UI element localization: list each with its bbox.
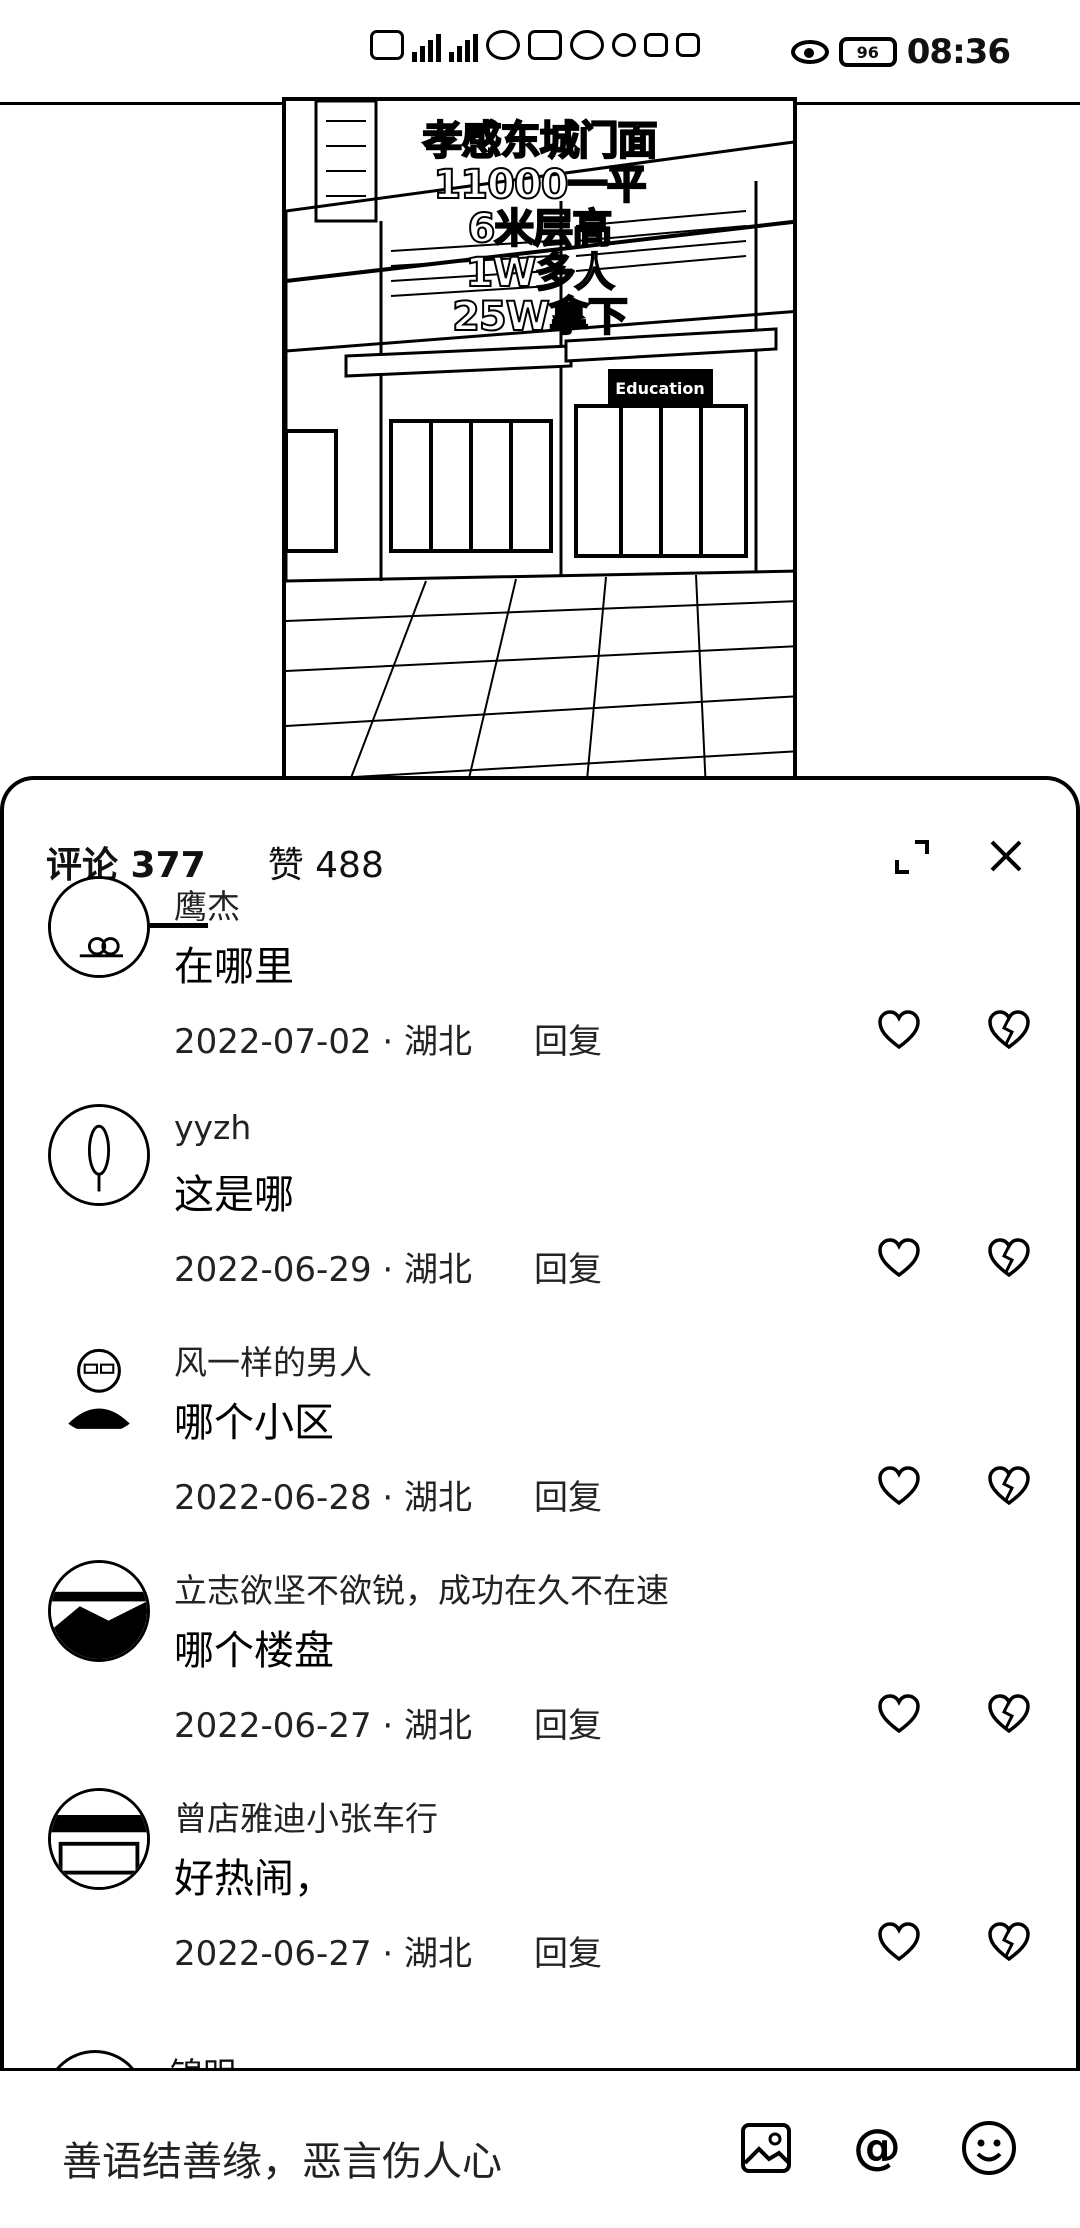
comment-username[interactable]: yyzh: [174, 1108, 251, 1147]
caption-line: 1W多人: [465, 250, 616, 296]
comment-text: 在哪里: [174, 944, 294, 990]
heart-icon[interactable]: [876, 1920, 922, 1966]
comment-username[interactable]: 锦明: [170, 2048, 236, 2070]
notification-icon: [528, 30, 562, 60]
comment-meta: 2022-07-02 · 湖北: [174, 1022, 473, 1062]
reply-button[interactable]: 回复: [534, 1698, 602, 1747]
hd-icon: [370, 30, 404, 60]
status-bar: 96 08:36: [0, 0, 1080, 100]
comment-username[interactable]: 鹰杰: [174, 880, 240, 928]
avatar-image: [51, 1791, 147, 1887]
avatar[interactable]: [48, 1332, 150, 1434]
comment-username[interactable]: 风一样的男人: [174, 1336, 372, 1384]
emoji-icon[interactable]: [958, 2117, 1020, 2179]
comment-meta: 2022-06-29 · 湖北: [174, 1250, 473, 1290]
comment-item: yyzh 这是哪 2022-06-29 · 湖北 回复: [4, 1104, 1080, 1332]
broken-heart-icon[interactable]: [986, 1692, 1032, 1738]
comment-meta: 2022-06-27 · 湖北: [174, 1706, 473, 1746]
heart-icon[interactable]: [876, 1692, 922, 1738]
comment-item: 鹰杰 在哪里 2022-07-02 · 湖北 回复: [4, 876, 1080, 1104]
reply-button[interactable]: 回复: [534, 1014, 602, 1063]
avatar[interactable]: [48, 1788, 150, 1890]
heart-icon[interactable]: [876, 1008, 922, 1054]
comment-username[interactable]: 曾店雅迪小张车行: [174, 1792, 438, 1840]
comment-meta: 2022-06-28 · 湖北: [174, 1478, 473, 1518]
status-icons: [370, 28, 700, 62]
signal-icon-2: [449, 28, 478, 62]
comment-username[interactable]: 立志欲坚不欲锐，成功在久不在速: [174, 1564, 669, 1612]
avatar-image: [51, 1107, 147, 1203]
broken-heart-icon[interactable]: [986, 1008, 1032, 1054]
comment-meta: 2022-06-27 · 湖北: [174, 1934, 473, 1974]
video-caption: 孝感东城门面 11000一平 6米层高 1W多人 25W拿下: [286, 118, 793, 340]
avatar-image: [48, 1332, 150, 1434]
eye-comfort-icon: [790, 40, 829, 64]
battery-icon: 96: [838, 37, 897, 67]
svg-text:@: @: [853, 2119, 901, 2175]
image-icon[interactable]: [735, 2117, 797, 2179]
at-mention-icon[interactable]: @: [846, 2117, 908, 2179]
avatar[interactable]: [48, 1104, 150, 1206]
close-icon[interactable]: [982, 832, 1030, 880]
comment-item: 曾店雅迪小张车行 好热闹， 2022-06-27 · 湖北 回复: [4, 1788, 1080, 2016]
signal-icon: [412, 28, 441, 62]
video-player[interactable]: Education 孝感东城门面 11000一平 6米层高 1W多人 25W拿下: [282, 97, 797, 787]
caption-line: 6米层高: [467, 206, 614, 252]
comment-text: 这是哪: [174, 1172, 294, 1218]
check-icon: [612, 33, 636, 57]
comment-input[interactable]: 善语结善缘，恶言伤人心: [62, 2129, 502, 2187]
wifi-icon: [486, 30, 520, 60]
avatar[interactable]: [48, 876, 150, 978]
reply-button[interactable]: 回复: [534, 1470, 602, 1519]
broken-heart-icon[interactable]: [986, 1920, 1032, 1966]
comment-sheet: 评论 377 赞 488 鹰杰 在哪里 2022-07-02 · 湖北 回复 y…: [0, 776, 1080, 2228]
reply-button[interactable]: 回复: [534, 1242, 602, 1291]
caption-line: 孝感东城门面: [422, 118, 659, 164]
avatar-image: [51, 879, 147, 975]
storefront-sign: Education: [615, 379, 705, 398]
comment-input-bar: 善语结善缘，恶言伤人心 @: [0, 2068, 1080, 2228]
heart-icon[interactable]: [876, 1236, 922, 1282]
expand-icon[interactable]: [889, 834, 935, 880]
nfc-icon: [676, 33, 700, 57]
avatar-image: [51, 1563, 147, 1659]
broken-heart-icon[interactable]: [986, 1236, 1032, 1282]
comment-text: 好热闹，: [174, 1856, 334, 1902]
heart-icon[interactable]: [876, 1464, 922, 1510]
broken-heart-icon[interactable]: [986, 1464, 1032, 1510]
status-time: 08:36: [906, 32, 1011, 72]
app-icon: [570, 30, 604, 60]
battery-level: 96: [856, 42, 879, 62]
avatar[interactable]: [48, 1560, 150, 1662]
caption-line: 25W拿下: [451, 294, 629, 340]
comment-text: 哪个楼盘: [174, 1628, 334, 1674]
comment-item: 风一样的男人 哪个小区 2022-06-28 · 湖北 回复: [4, 1332, 1080, 1560]
comment-item: 立志欲坚不欲锐，成功在久不在速 哪个楼盘 2022-06-27 · 湖北 回复: [4, 1560, 1080, 1788]
reply-button[interactable]: 回复: [534, 1926, 602, 1975]
comment-text: 哪个小区: [174, 1400, 334, 1446]
caption-line: 11000一平: [432, 162, 647, 208]
sync-icon: [644, 33, 668, 57]
time-area: 96 08:36: [790, 32, 1011, 72]
